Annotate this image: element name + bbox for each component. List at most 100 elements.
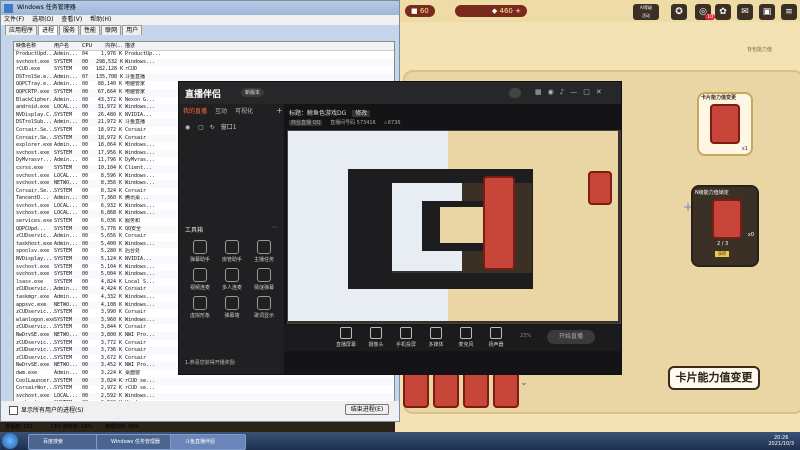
menu-options[interactable]: 选项(O) xyxy=(32,16,53,23)
menu-icon[interactable]: ≡ xyxy=(781,4,797,20)
table-cell: Windows... xyxy=(125,104,156,111)
taskbar-item-browser[interactable]: 百度搜索 xyxy=(28,434,102,450)
start-button[interactable] xyxy=(2,433,18,449)
tab-services[interactable]: 服务 xyxy=(59,25,80,35)
start-live-button[interactable]: 开始直播 xyxy=(547,330,595,344)
menu-file[interactable]: 文件(F) xyxy=(4,16,24,23)
table-cell: 00 xyxy=(82,248,89,255)
eye-icon[interactable]: ◉ xyxy=(185,124,190,131)
menu-bar: 文件(F) 选项(O) 查看(V) 帮助(H) xyxy=(1,15,399,25)
minimize-icon[interactable]: — xyxy=(570,88,583,96)
close-icon[interactable]: ✕ xyxy=(596,88,608,96)
refresh-icon[interactable]: ↻ xyxy=(210,124,215,131)
screen-capture-button[interactable]: 直播屏幕 xyxy=(332,327,360,348)
tab-applications[interactable]: 应用程序 xyxy=(5,25,38,35)
mail-icon[interactable]: ✉ xyxy=(737,4,753,20)
media-button[interactable]: 多媒体 xyxy=(422,327,450,348)
table-row[interactable]: CoolLauncer...SYSTEM 00 3,024 KrCUD se... xyxy=(14,377,394,386)
column-cpu[interactable]: CPU xyxy=(82,42,96,50)
menu-help[interactable]: 帮助(H) xyxy=(90,16,111,23)
grid-icon[interactable]: ▦ xyxy=(535,88,548,96)
column-memory[interactable]: 内存(... xyxy=(96,42,125,50)
speaker-button[interactable]: 扬声器 xyxy=(482,327,510,348)
level-icon[interactable]: A/等级 活动 xyxy=(633,4,659,20)
scene-row: ◉ ▢ ↻ 窗口1 xyxy=(185,122,237,131)
table-cell: 00 xyxy=(82,309,89,316)
table-cell: Windows... xyxy=(125,172,156,179)
table-cell: NwDrvSE.exe xyxy=(16,362,50,369)
version-badge[interactable]: 新版本 xyxy=(241,88,265,97)
card-slot-mid[interactable]: N级能力值锁定 2 / 3 获得 x0 xyxy=(691,185,759,267)
table-cell: SYSTEM xyxy=(54,218,73,225)
table-cell: android.exe xyxy=(16,104,50,111)
avatar[interactable] xyxy=(509,88,521,98)
edit-title-button[interactable]: 修改 xyxy=(352,110,371,117)
phone-cast-button[interactable]: 手机投屏 xyxy=(392,327,420,348)
tool-video-link[interactable]: 视频连麦 xyxy=(185,268,215,291)
table-cell: 3,960 K xyxy=(100,316,122,323)
record-icon[interactable]: ◉ xyxy=(548,88,560,96)
table-cell: SYSTEM xyxy=(54,354,73,361)
table-cell: 4,824 K xyxy=(100,278,122,285)
tab-users[interactable]: 用户 xyxy=(122,25,143,35)
table-cell: Corsair xyxy=(125,233,147,240)
card-slot-top[interactable]: x1 xyxy=(697,92,753,156)
tab-my-live[interactable]: 我的直播 xyxy=(183,106,207,115)
tab-networking[interactable]: 联网 xyxy=(101,25,122,35)
microphone-icon xyxy=(460,327,472,339)
table-cell: zCUDservic... xyxy=(16,339,54,346)
table-row[interactable]: CorsairWor...SYSTEM 00 2,972 KrCUD se... xyxy=(14,385,394,393)
table-cell: 43,372 K xyxy=(97,96,122,103)
add-icon[interactable]: + xyxy=(276,106,283,115)
table-row[interactable]: svchost.exe LOCAL... 00 2,592 K Windows... xyxy=(14,392,394,401)
table-row[interactable]: rCUD.exe SYSTEM 00 182,128 KrCUD xyxy=(14,66,394,74)
table-row[interactable]: svchost.exe SYSTEM 00 298,532 K Windows... xyxy=(14,58,394,67)
table-row[interactable]: ProductUpd...Admin... 04 1,976 K ProductUp.… xyxy=(14,51,394,59)
resource-gem[interactable]: ◆ 460 + xyxy=(455,5,527,17)
tool-danmu-wall[interactable]: 弹幕墙 xyxy=(217,296,247,319)
column-image-name[interactable]: 映像名称 xyxy=(14,42,54,50)
table-cell: LOCAL... xyxy=(54,104,79,111)
end-process-button[interactable]: 结束进程(E) xyxy=(345,404,389,415)
tool-danmu-assistant[interactable]: 弹幕助手 xyxy=(185,240,215,263)
tool-lyrics[interactable]: 歌词显示 xyxy=(249,296,279,319)
more-icon[interactable]: ⋯ xyxy=(271,224,277,231)
maximize-icon[interactable]: □ xyxy=(583,88,596,96)
bell-icon[interactable]: ♪ xyxy=(560,88,570,96)
inbox-icon[interactable]: ▣ xyxy=(759,4,775,20)
table-cell: 11,796 K xyxy=(97,157,122,164)
table-cell: 00 xyxy=(82,119,89,126)
tab-interact[interactable]: 互动 xyxy=(215,106,227,115)
column-description[interactable]: 描述 xyxy=(125,42,165,50)
taskbar-item-streaming[interactable]: 斗鱼直播伴侣 xyxy=(170,434,246,450)
settings-icon[interactable]: ✿ xyxy=(715,4,731,20)
tool-grid: 弹幕助手 房管助手 主播任务 视频连麦 多人连麦 猜谜弹幕 虚拟形象 弹幕墙 歌… xyxy=(185,240,279,330)
column-user[interactable]: 用户名 xyxy=(54,42,82,50)
tab-performance[interactable]: 性能 xyxy=(80,25,101,35)
table-cell: 00 xyxy=(82,331,89,338)
table-cell: 00 xyxy=(82,301,89,308)
tool-avatar[interactable]: 虚拟形象 xyxy=(185,296,215,319)
lock-icon[interactable]: ▢ xyxy=(198,124,204,131)
tool-streamer-task[interactable]: 主播任务 xyxy=(249,240,279,263)
chevron-down-icon[interactable]: ⌄ xyxy=(520,378,528,388)
table-cell: SYSTEM xyxy=(54,225,73,232)
tab-visual[interactable]: 可视化 xyxy=(235,106,253,115)
card-ability-change-button[interactable]: 卡片能力值变更 xyxy=(668,366,760,390)
tool-multi-link[interactable]: 多人连麦 xyxy=(217,268,247,291)
system-clock[interactable]: 20:26 2021/10/3 xyxy=(768,435,794,447)
taskbar-item-taskmgr[interactable]: Windows 任务管理器 xyxy=(96,434,180,450)
task-manager-titlebar[interactable]: Windows 任务管理器 xyxy=(1,1,399,15)
microphone-button[interactable]: 麦克风 xyxy=(452,327,480,348)
tool-room-admin[interactable]: 房管助手 xyxy=(217,240,247,263)
tool-guess[interactable]: 猜谜弹幕 xyxy=(249,268,279,291)
table-cell: 00 xyxy=(82,225,89,232)
table-cell: 7,360 K xyxy=(100,195,122,202)
camera-button[interactable]: 摄像头 xyxy=(362,327,390,348)
resource-ticket[interactable]: ■ 60 xyxy=(405,5,435,17)
show-all-checkbox[interactable] xyxy=(9,406,18,415)
table-cell: 4,332 K xyxy=(100,294,122,300)
gift-icon[interactable]: ✪ xyxy=(671,4,687,20)
tab-processes[interactable]: 进程 xyxy=(38,25,59,35)
menu-view[interactable]: 查看(V) xyxy=(61,16,82,23)
